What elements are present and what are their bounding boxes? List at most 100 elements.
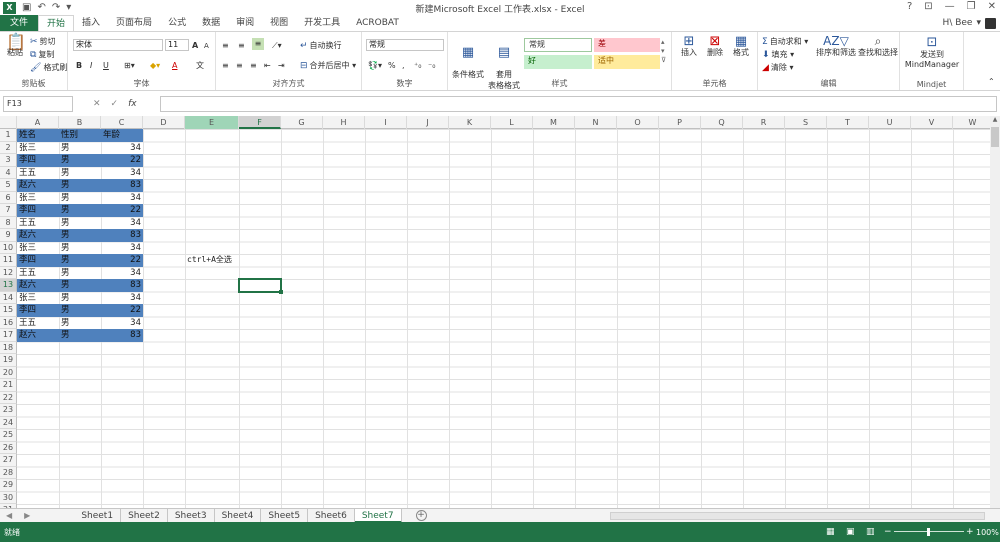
cell-c10[interactable]: 34 bbox=[101, 242, 143, 255]
row-header-20[interactable]: 20 bbox=[0, 366, 17, 379]
cell-b8[interactable]: 男 bbox=[59, 217, 101, 230]
row-header-15[interactable]: 15 bbox=[0, 304, 17, 317]
merge-center-button[interactable]: ⊟ 合并后居中 ▾ bbox=[300, 60, 356, 72]
column-header-h[interactable]: H bbox=[323, 116, 365, 129]
cell-a17[interactable]: 赵六 bbox=[17, 329, 59, 342]
italic-button[interactable]: I bbox=[90, 60, 92, 71]
tab-developer[interactable]: 开发工具 bbox=[296, 15, 348, 31]
cell-a5[interactable]: 赵六 bbox=[17, 179, 59, 192]
cell-b9[interactable]: 男 bbox=[59, 229, 101, 242]
close-button[interactable]: ✕ bbox=[988, 1, 996, 12]
style-bad[interactable]: 差 bbox=[594, 38, 660, 52]
row-header-10[interactable]: 10 bbox=[0, 241, 17, 254]
cell-a14[interactable]: 张三 bbox=[17, 292, 59, 305]
copy-button[interactable]: ⧉ 复制 bbox=[30, 49, 54, 61]
styles-scroll-icon[interactable]: ▴ ▾ ⊽ bbox=[661, 38, 666, 65]
cell-a6[interactable]: 张三 bbox=[17, 192, 59, 205]
currency-icon[interactable]: 💱▾ bbox=[368, 60, 382, 71]
cell-e11[interactable]: ctrl+A全选 bbox=[185, 254, 234, 267]
column-header-a[interactable]: A bbox=[17, 116, 59, 129]
cell-b3[interactable]: 男 bbox=[59, 154, 101, 167]
cell-c5[interactable]: 83 bbox=[101, 179, 143, 192]
row-header-23[interactable]: 23 bbox=[0, 404, 17, 417]
worksheet-grid[interactable]: ABCDEFGHIJKLMNOPQRSTUVW 1 2 3 4 5 6 7 8 9 10 11 12 1… bbox=[0, 116, 990, 508]
minimize-button[interactable]: — bbox=[945, 1, 955, 12]
cell-a7[interactable]: 李四 bbox=[17, 204, 59, 217]
tab-view[interactable]: 视图 bbox=[262, 15, 296, 31]
cell-a16[interactable]: 王五 bbox=[17, 317, 59, 330]
column-header-l[interactable]: L bbox=[491, 116, 533, 129]
new-sheet-icon[interactable]: + bbox=[415, 510, 427, 521]
name-box[interactable]: F13 bbox=[3, 96, 73, 112]
vertical-scrollbar[interactable]: ▲ bbox=[990, 116, 1000, 508]
column-header-j[interactable]: J bbox=[407, 116, 449, 129]
decrease-decimal-icon[interactable]: ⁻₀ bbox=[428, 60, 435, 71]
font-name-select[interactable]: 宋体 bbox=[73, 39, 163, 51]
column-header-v[interactable]: V bbox=[911, 116, 953, 129]
clear-button[interactable]: ◢ 清除 ▾ bbox=[762, 62, 793, 74]
cancel-icon[interactable]: ✕ bbox=[93, 99, 101, 109]
percent-button[interactable]: % bbox=[388, 60, 396, 71]
column-header-n[interactable]: N bbox=[575, 116, 617, 129]
tab-acrobat[interactable]: ACROBAT bbox=[348, 15, 407, 31]
tab-insert[interactable]: 插入 bbox=[74, 15, 108, 31]
cell-a4[interactable]: 王五 bbox=[17, 167, 59, 180]
row-header-12[interactable]: 12 bbox=[0, 266, 17, 279]
column-header-e[interactable]: E bbox=[185, 116, 239, 129]
column-header-u[interactable]: U bbox=[869, 116, 911, 129]
send-to-mindmanager-button[interactable]: ⊡ 发送到 MindManager bbox=[902, 36, 962, 70]
sheet-tab-6[interactable]: Sheet6 bbox=[308, 508, 355, 523]
cell-c17[interactable]: 83 bbox=[101, 329, 143, 342]
row-header-30[interactable]: 30 bbox=[0, 491, 17, 504]
tab-home[interactable]: 开始 bbox=[38, 15, 75, 31]
column-header-d[interactable]: D bbox=[143, 116, 185, 129]
align-right-icon[interactable]: ≡ bbox=[250, 60, 257, 71]
cell-b17[interactable]: 男 bbox=[59, 329, 101, 342]
cell-c2[interactable]: 34 bbox=[101, 142, 143, 155]
row-header-21[interactable]: 21 bbox=[0, 379, 17, 392]
cell-b5[interactable]: 男 bbox=[59, 179, 101, 192]
row-header-14[interactable]: 14 bbox=[0, 291, 17, 304]
row-header-25[interactable]: 25 bbox=[0, 429, 17, 442]
column-header-m[interactable]: M bbox=[533, 116, 575, 129]
align-middle-icon[interactable]: ≡ bbox=[238, 40, 245, 51]
font-size-select[interactable]: 11 bbox=[165, 39, 189, 51]
cell-a12[interactable]: 王五 bbox=[17, 267, 59, 280]
sheet-tab-3[interactable]: Sheet3 bbox=[168, 508, 215, 523]
cell-b1[interactable]: 性别 bbox=[59, 129, 101, 142]
tab-file[interactable]: 文件 bbox=[0, 15, 39, 31]
active-cell[interactable] bbox=[238, 278, 282, 293]
cell-a8[interactable]: 王五 bbox=[17, 217, 59, 230]
cell-a3[interactable]: 李四 bbox=[17, 154, 59, 167]
autosum-button[interactable]: Σ 自动求和 ▾ bbox=[762, 36, 808, 48]
zoom-level[interactable]: 100% bbox=[976, 528, 999, 537]
cell-b2[interactable]: 男 bbox=[59, 142, 101, 155]
sheet-tab-4[interactable]: Sheet4 bbox=[215, 508, 262, 523]
decrease-indent-icon[interactable]: ⇤ bbox=[264, 60, 271, 71]
cell-c15[interactable]: 22 bbox=[101, 304, 143, 317]
cell-a15[interactable]: 李四 bbox=[17, 304, 59, 317]
row-header-16[interactable]: 16 bbox=[0, 316, 17, 329]
row-header-18[interactable]: 18 bbox=[0, 341, 17, 354]
cell-b14[interactable]: 男 bbox=[59, 292, 101, 305]
horizontal-scrollbar[interactable] bbox=[610, 512, 985, 520]
sort-filter-button[interactable]: AZ▽ 排序和筛选 bbox=[816, 35, 856, 58]
row-header-9[interactable]: 9 bbox=[0, 229, 17, 242]
column-header-q[interactable]: Q bbox=[701, 116, 743, 129]
select-all-corner[interactable] bbox=[0, 116, 17, 129]
row-header-11[interactable]: 11 bbox=[0, 254, 17, 267]
cell-c13[interactable]: 83 bbox=[101, 279, 143, 292]
cut-button[interactable]: ✂ 剪切 bbox=[30, 36, 56, 48]
enter-icon[interactable]: ✓ bbox=[111, 99, 119, 109]
row-header-29[interactable]: 29 bbox=[0, 479, 17, 492]
column-header-o[interactable]: O bbox=[617, 116, 659, 129]
cell-a11[interactable]: 李四 bbox=[17, 254, 59, 267]
find-select-button[interactable]: ⌕ 查找和选择 bbox=[858, 35, 898, 58]
row-header-27[interactable]: 27 bbox=[0, 454, 17, 467]
cell-b16[interactable]: 男 bbox=[59, 317, 101, 330]
row-header-5[interactable]: 5 bbox=[0, 179, 17, 192]
paste-button[interactable]: 📋 粘贴 bbox=[6, 34, 26, 58]
format-painter-button[interactable]: 🖌 格式刷 bbox=[30, 62, 67, 74]
column-header-t[interactable]: T bbox=[827, 116, 869, 129]
cell-c9[interactable]: 83 bbox=[101, 229, 143, 242]
